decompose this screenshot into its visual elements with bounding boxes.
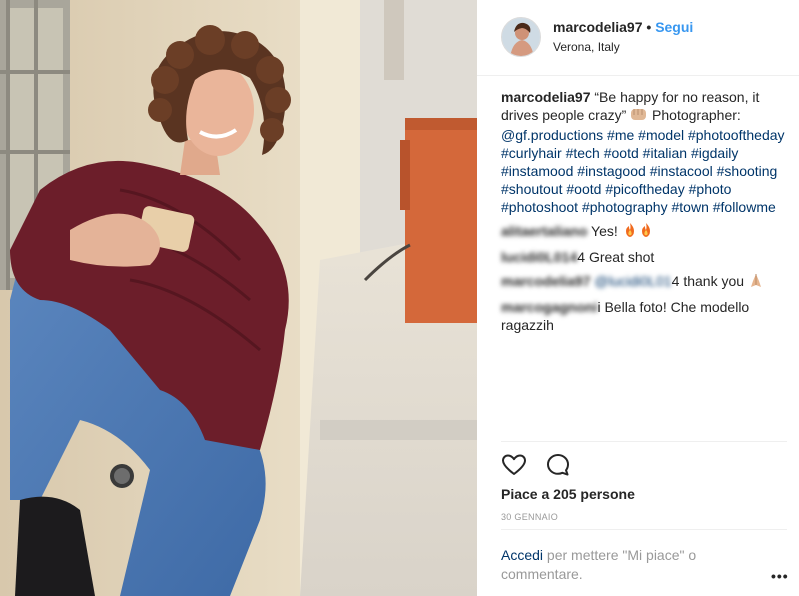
comment-item: marcogagnonii Bella foto! Che modello ra… — [501, 298, 787, 334]
hashtag-link[interactable]: #igdaily — [691, 145, 738, 161]
post-header: marcodelia97 • Segui Verona, Italy — [477, 0, 799, 76]
comment-text: 4 Great shot — [577, 249, 655, 265]
post-date[interactable]: 30 GENNAIO — [501, 512, 558, 522]
praying-hands-emoji-icon — [748, 272, 764, 292]
follow-button[interactable]: Segui — [655, 19, 693, 35]
header-separator: • — [646, 19, 652, 35]
hashtag-link[interactable]: #photoshoot — [501, 199, 578, 215]
login-link[interactable]: Accedi — [501, 547, 543, 563]
caption: marcodelia97 “Be happy for no reason, it… — [501, 88, 787, 216]
location-link[interactable]: Verona, Italy — [553, 40, 620, 54]
caption-username[interactable]: marcodelia97 — [501, 89, 591, 105]
comment-username[interactable]: marcogagnoni — [501, 299, 597, 315]
header-username-row: marcodelia97 • Segui — [553, 19, 693, 35]
hashtag-link[interactable]: #photooftheday — [688, 127, 785, 143]
hashtag-link[interactable]: #instacool — [650, 163, 713, 179]
comment-text: Yes! — [587, 223, 622, 239]
login-prompt: Accedi per mettere "Mi piace" o commenta… — [501, 546, 731, 584]
avatar-image — [502, 18, 540, 56]
comment-item: alitaertaliano Yes! — [501, 222, 787, 242]
speech-bubble-icon — [547, 454, 570, 476]
comment-username[interactable]: marcodelia97 — [501, 273, 591, 289]
hashtag-link[interactable]: #picoftheday — [605, 181, 684, 197]
comment-item: lucidi0L0144 Great shot — [501, 248, 787, 266]
comment-username[interactable]: alitaertaliano — [501, 223, 587, 239]
comments-list: marcodelia97 “Be happy for no reason, it… — [501, 88, 787, 334]
hashtag-link[interactable]: #followme — [713, 199, 776, 215]
hashtag-link[interactable]: #instagood — [577, 163, 646, 179]
post-photo-illustration — [0, 0, 477, 596]
fire-emoji-icon — [622, 222, 638, 242]
fist-emoji-icon — [630, 106, 648, 126]
hashtag-link[interactable]: #tech — [566, 145, 600, 161]
comment-item: marcodelia97 @lucidi0L014 thank you — [501, 272, 787, 292]
caption-mention[interactable]: @gf.productions — [501, 127, 603, 143]
hashtag-link[interactable]: #shoutout — [501, 181, 563, 197]
heart-outline-icon — [502, 454, 526, 475]
post-actions — [501, 452, 585, 478]
likes-count[interactable]: Piace a 205 persone — [501, 486, 635, 502]
fire-emoji-icon — [638, 222, 654, 242]
hashtag-link[interactable]: #shooting — [717, 163, 778, 179]
post-side-panel: marcodelia97 • Segui Verona, Italy marco… — [477, 0, 799, 596]
comment-text: 4 thank you — [671, 273, 748, 289]
hashtag-link[interactable]: #photography — [582, 199, 668, 215]
caption-photographer-label: Photographer: — [648, 107, 741, 123]
hashtag-link[interactable]: #ootd — [604, 145, 639, 161]
comment-username[interactable]: lucidi0L014 — [501, 249, 577, 265]
hashtag-link[interactable]: #town — [672, 199, 709, 215]
divider — [501, 441, 787, 442]
divider — [501, 529, 787, 530]
comment-mention[interactable]: @lucidi0L01 — [594, 273, 671, 289]
post-photo[interactable] — [0, 0, 477, 596]
like-button[interactable] — [501, 452, 527, 478]
hashtag-link[interactable]: #instamood — [501, 163, 573, 179]
hashtag-link[interactable]: #model — [638, 127, 684, 143]
comment-button[interactable] — [545, 452, 571, 478]
hashtag-link[interactable]: #curlyhair — [501, 145, 562, 161]
header-username[interactable]: marcodelia97 — [553, 19, 643, 35]
hashtag-link[interactable]: #photo — [689, 181, 732, 197]
hashtag-link[interactable]: #ootd — [566, 181, 601, 197]
hashtag-link[interactable]: #me — [607, 127, 634, 143]
avatar[interactable] — [501, 17, 541, 57]
more-options-button[interactable]: ••• — [771, 568, 789, 584]
hashtag-link[interactable]: #italian — [643, 145, 687, 161]
